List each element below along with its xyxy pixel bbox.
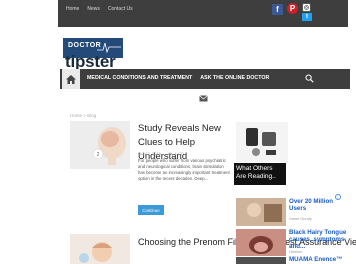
ad-2-illustration <box>236 229 286 256</box>
nav-items: MEDICAL CONDITIONS AND TREATMENT ASK THE… <box>87 75 269 81</box>
post-thumbnail-badge: 2 <box>97 152 100 158</box>
ad-source-1: Game Gurufy <box>289 217 312 221</box>
top-nav-contact[interactable]: Contact Us <box>108 6 133 12</box>
social-stack: ◎ t <box>302 3 312 21</box>
main-nav: MEDICAL CONDITIONS AND TREATMENT ASK THE… <box>60 69 350 89</box>
top-bar: Home News Contact Us f P ◎ t <box>0 0 356 27</box>
site-logo[interactable]: DOCTOR tipster <box>63 38 123 72</box>
pinterest-icon[interactable]: P <box>287 3 298 14</box>
facebook-icon[interactable]: f <box>272 4 283 15</box>
post-extra-meta: Alt. 1 CD <box>167 151 184 156</box>
ad-title-3[interactable]: MUAMA Enence™ <box>289 256 342 263</box>
home-icon <box>66 74 76 84</box>
post-date: Oct 12, 2015 <box>138 151 161 156</box>
top-nav: Home News Contact Us <box>66 6 133 12</box>
ad-source-2: Lfeellon <box>289 250 303 254</box>
sidebar-image-devices[interactable] <box>236 122 288 162</box>
post-title-2[interactable]: Choosing the Prenom Fille and the Best A… <box>138 235 356 250</box>
ad-image-2[interactable] <box>236 229 286 256</box>
nav-item-medical-conditions[interactable]: MEDICAL CONDITIONS AND TREATMENT <box>87 75 192 81</box>
breadcrumb[interactable]: Home > Blog <box>70 113 96 118</box>
post-excerpt: For people who suffer from various psych… <box>138 158 230 181</box>
top-nav-news[interactable]: News <box>87 6 100 12</box>
continue-button[interactable]: Continue <box>138 205 164 215</box>
nav-item-ask-doctor[interactable]: ASK THE ONLINE DOCTOR <box>200 75 269 81</box>
ad-image-1[interactable] <box>236 198 286 226</box>
instagram-icon[interactable]: ◎ <box>302 3 311 12</box>
top-nav-home[interactable]: Home <box>66 6 79 12</box>
post-thumbnail-brain[interactable]: 2 <box>70 121 130 169</box>
twitter-icon[interactable]: t <box>302 13 312 21</box>
ad-1-illustration <box>236 198 286 226</box>
top-bar-inner: Home News Contact Us f P ◎ t <box>58 0 348 27</box>
baby-illustration <box>79 242 112 263</box>
social-links: f P ◎ t <box>272 3 312 21</box>
ad-image-3[interactable] <box>236 257 286 264</box>
ad-title-2[interactable]: Black Hairy Tongue causes, symptoms and.… <box>289 229 349 250</box>
devices-illustration <box>246 128 276 156</box>
home-button[interactable] <box>62 69 80 89</box>
post-thumbnail-baby[interactable] <box>70 234 130 264</box>
sidebar-caption[interactable]: What Others Are Reading.. <box>234 163 286 185</box>
search-icon[interactable] <box>305 74 314 83</box>
ad-title-1[interactable]: Over 20 Million Users <box>289 198 349 212</box>
mail-icon[interactable] <box>199 95 208 102</box>
brain-illustration: 2 <box>92 127 126 165</box>
post-meta: Oct 12, 2015 Alt. 1 CD <box>138 151 190 156</box>
